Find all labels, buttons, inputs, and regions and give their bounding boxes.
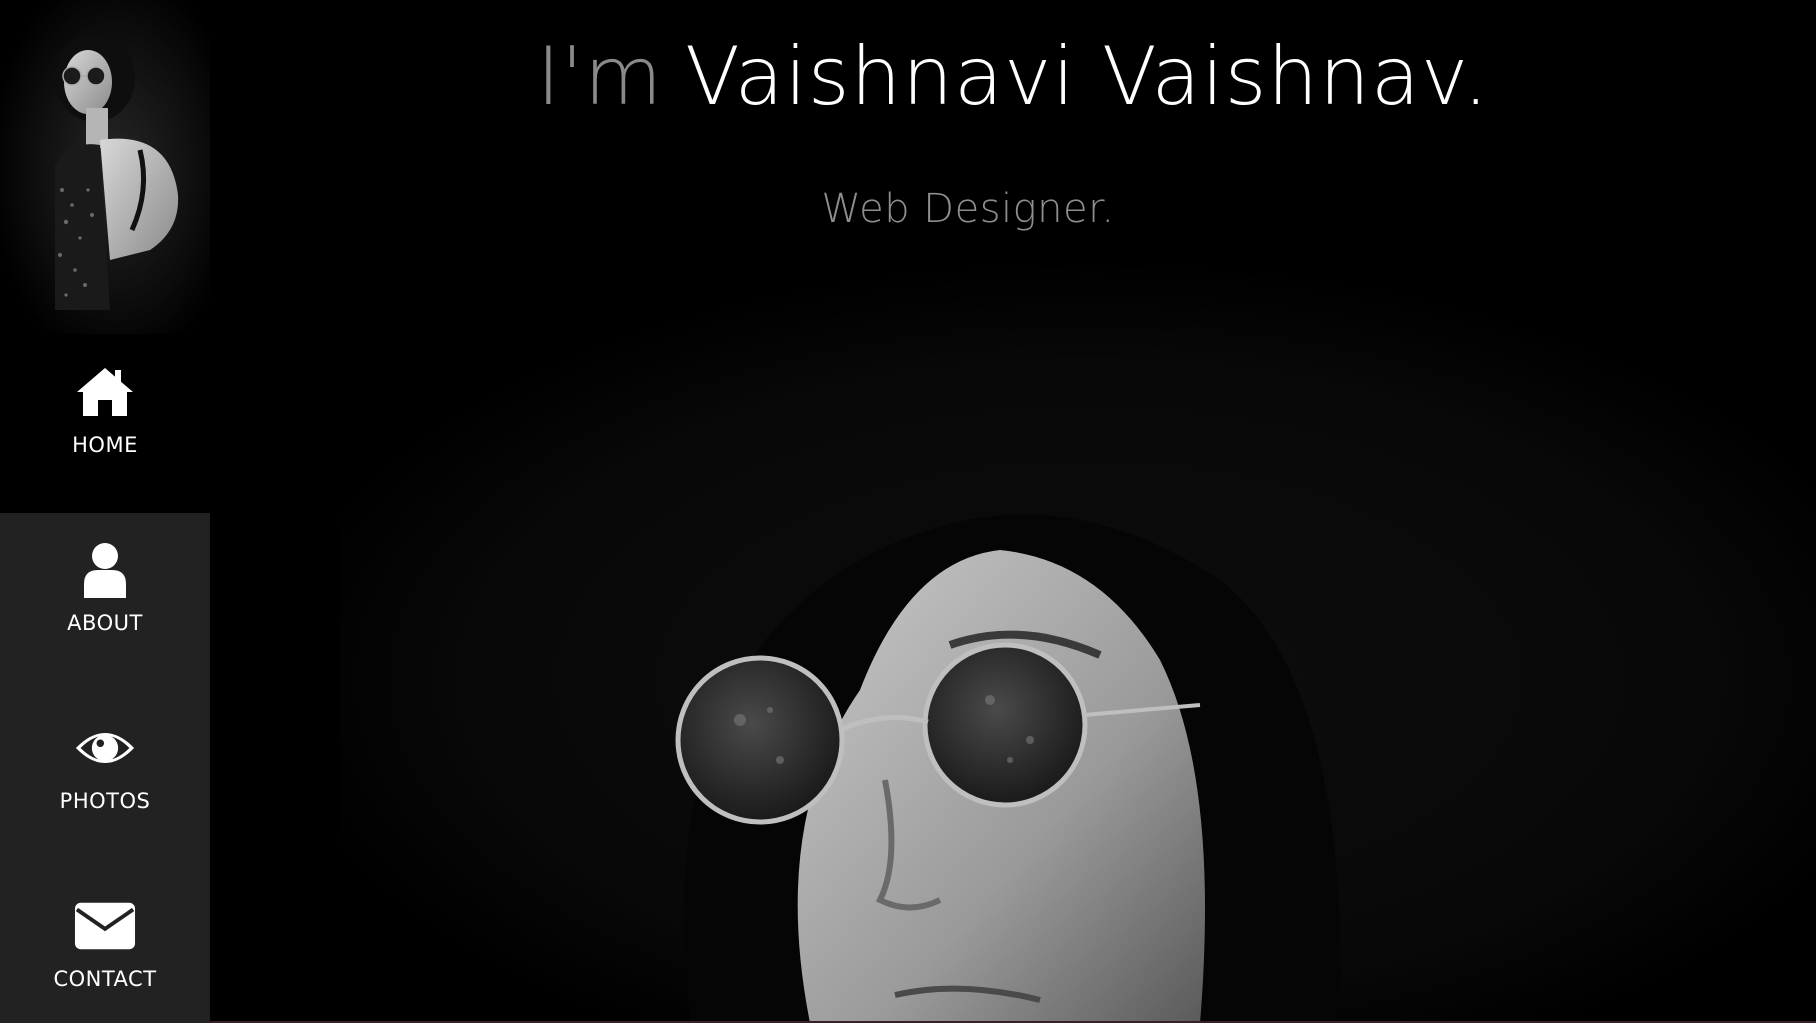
hero-title-prefix: I'm (536, 30, 664, 123)
profile-portrait-image (0, 0, 210, 334)
sidebar-item-photos[interactable]: PHOTOS (0, 693, 210, 871)
home-icon (74, 361, 136, 423)
sidebar-item-about[interactable]: ABOUT (0, 515, 210, 693)
sidebar-item-home[interactable]: HOME (0, 337, 210, 515)
hero-portrait-image (340, 260, 1816, 1023)
sidebar: HOME ABOUT PHOTOS CONTACT (0, 0, 210, 1023)
user-icon (74, 539, 136, 601)
profile-photo (0, 0, 210, 334)
hero-title: I'm Vaishnavi Vaishnav. (210, 30, 1816, 123)
sidebar-item-contact[interactable]: CONTACT (0, 871, 210, 1023)
hero-section: I'm Vaishnavi Vaishnav. Web Designer. (210, 0, 1816, 1023)
sidebar-item-label: HOME (72, 433, 138, 457)
eye-icon (74, 717, 136, 779)
hero-role: Web Designer. (821, 186, 1115, 232)
sidebar-item-label: ABOUT (67, 611, 143, 635)
sidebar-item-label: CONTACT (53, 967, 157, 991)
envelope-icon (74, 895, 136, 957)
portfolio-page: HOME ABOUT PHOTOS CONTACT I'm Vaishnavi … (0, 0, 1816, 1023)
hero-name: Vaishnavi Vaishnav. (685, 30, 1490, 123)
sidebar-item-label: PHOTOS (59, 789, 151, 813)
hero-portrait-photo (340, 260, 1816, 1023)
